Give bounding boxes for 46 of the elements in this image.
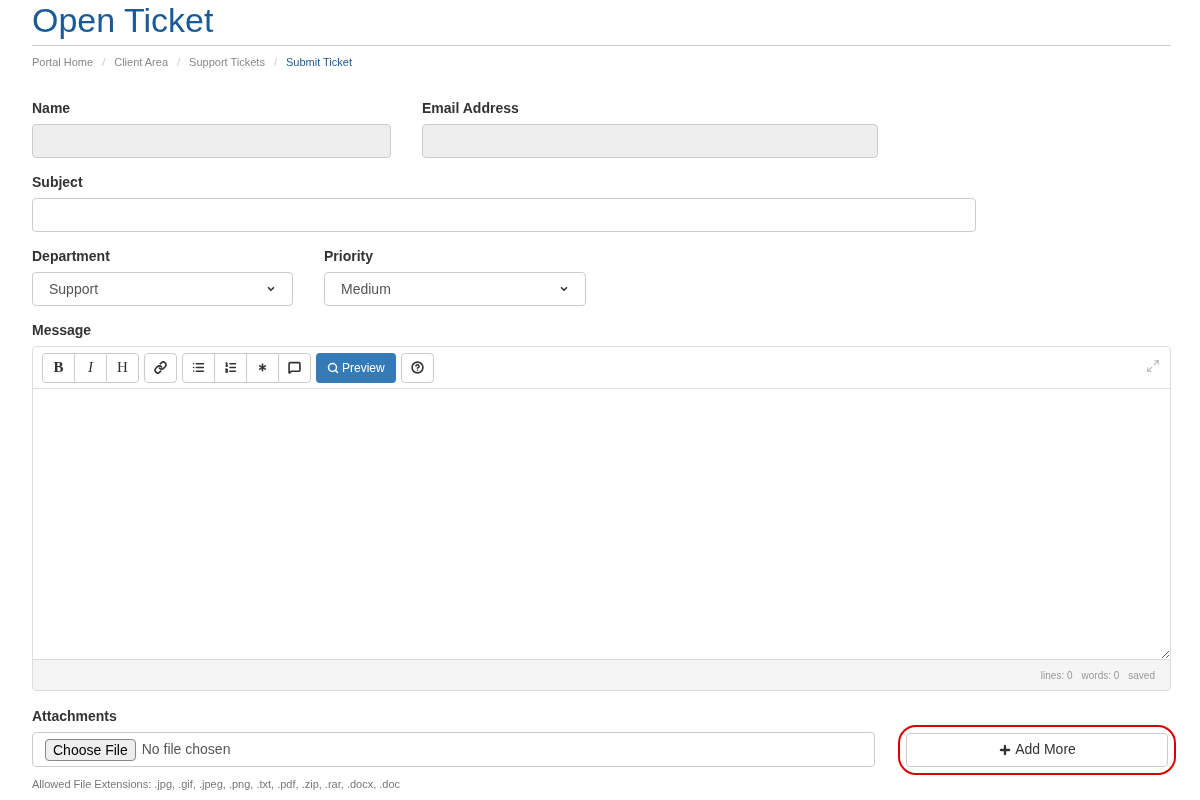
- plus-icon: [998, 742, 1013, 757]
- toolbar-button[interactable]: [400, 352, 434, 383]
- file-input[interactable]: Choose File No file chosen: [32, 732, 875, 767]
- field-label: Attachments: [32, 708, 117, 725]
- speech-bubble-icon: [288, 361, 301, 374]
- breadcrumb-separator: /: [102, 54, 106, 70]
- breadcrumb-link[interactable]: Client Area: [114, 53, 168, 71]
- field-label: Priority: [324, 248, 373, 265]
- field-label: Name: [32, 100, 71, 117]
- text-field[interactable]: [32, 198, 976, 232]
- field-label: Subject: [32, 174, 83, 191]
- breadcrumb-separator: /: [177, 54, 181, 70]
- caret-icon: [266, 284, 276, 294]
- editor-status: words: 0: [1081, 668, 1120, 683]
- editor-status: saved: [1128, 668, 1155, 683]
- toolbar-button[interactable]: [214, 352, 247, 383]
- file-status: No file chosen: [141, 740, 231, 759]
- breadcrumb-link[interactable]: Portal Home: [32, 53, 94, 71]
- add-more-button[interactable]: Add More: [906, 732, 1168, 767]
- select-field[interactable]: Support: [32, 272, 293, 306]
- field-label: Message: [32, 322, 92, 339]
- asterisk-icon: [256, 361, 269, 374]
- caret-icon: [559, 284, 569, 294]
- format-button[interactable]: B: [42, 352, 75, 383]
- toolbar-button[interactable]: [182, 352, 215, 383]
- format-button[interactable]: H: [106, 352, 139, 383]
- breadcrumb-link[interactable]: Submit Ticket: [285, 53, 352, 71]
- preview-button[interactable]: Preview: [316, 352, 396, 383]
- format-button[interactable]: I: [74, 352, 107, 383]
- field-label: Department: [32, 248, 110, 265]
- link-icon: [154, 361, 167, 374]
- breadcrumb-separator: /: [273, 54, 277, 70]
- help-icon: [410, 361, 424, 374]
- help-text: Allowed File Extensions: .jpg, .gif, .jpeg, .png, .txt, .pdf, .zip, .rar, .docx, .doc: [32, 777, 401, 791]
- search-icon: [327, 361, 339, 374]
- choose-file-button[interactable]: Choose File: [45, 738, 136, 761]
- select-field[interactable]: Medium: [324, 272, 586, 306]
- toolbar-button[interactable]: [246, 352, 279, 383]
- editor-status: lines: 0: [1040, 668, 1073, 683]
- toolbar-button[interactable]: [144, 352, 177, 383]
- field-label: Email Address: [422, 100, 519, 117]
- breadcrumb-link[interactable]: Support Tickets: [189, 53, 265, 71]
- list-icon: [224, 361, 237, 374]
- page-title: Open Ticket: [32, 0, 214, 40]
- bullet-list-icon: [192, 361, 205, 374]
- toolbar-button[interactable]: [278, 352, 311, 383]
